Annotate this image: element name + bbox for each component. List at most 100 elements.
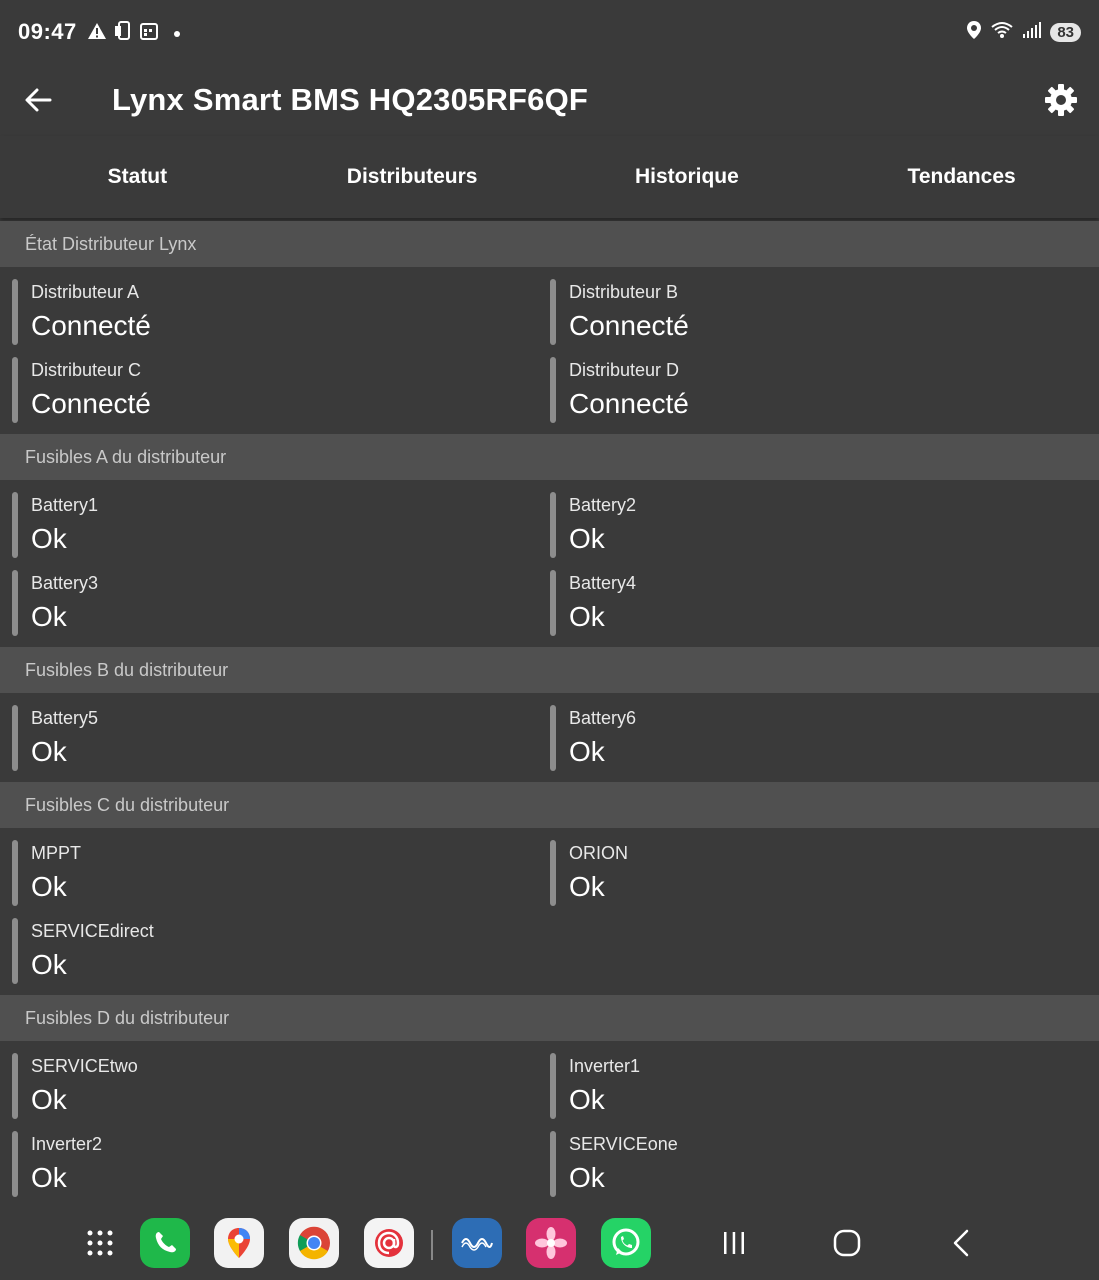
status-item: MPPT Ok	[0, 836, 538, 914]
maps-app-icon[interactable]	[214, 1218, 264, 1268]
item-label: SERVICEdirect	[31, 921, 154, 941]
home-button[interactable]	[827, 1223, 867, 1263]
status-item: Distributeur D Connecté	[538, 353, 1099, 431]
section-header: Fusibles A du distributeur	[0, 434, 1099, 480]
indicator-bar	[12, 840, 18, 906]
item-value: Ok	[31, 601, 67, 632]
alert-icon	[87, 22, 107, 43]
section-grid: MPPT Ok ORION Ok SERVICEdirect Ok	[0, 828, 1099, 995]
item-value: Ok	[569, 601, 605, 632]
item-value: Connecté	[31, 310, 151, 341]
item-label: Battery4	[569, 573, 637, 593]
status-item: SERVICEtwo Ok	[0, 1049, 538, 1127]
indicator-bar	[12, 705, 18, 771]
app-bar: Lynx Smart BMS HQ2305RF6QF	[0, 64, 1099, 136]
item-value: Ok	[569, 1084, 605, 1115]
item-label: SERVICEtwo	[31, 1056, 138, 1076]
item-value: Ok	[569, 1162, 605, 1193]
page-title: Lynx Smart BMS HQ2305RF6QF	[112, 82, 589, 117]
indicator-bar	[550, 705, 556, 771]
wifi-icon	[990, 20, 1014, 45]
item-label: SERVICEone	[569, 1134, 678, 1154]
victron-app-icon[interactable]	[452, 1218, 502, 1268]
tab-tendances[interactable]: Tendances	[824, 136, 1099, 218]
item-value: Ok	[569, 736, 605, 767]
section-grid: Battery5 Ok Battery6 Ok	[0, 693, 1099, 782]
status-item: Battery3 Ok	[0, 566, 538, 644]
app-drawer-icon[interactable]	[75, 1218, 125, 1268]
item-value: Ok	[569, 871, 605, 902]
item-label: Distributeur B	[569, 282, 679, 302]
item-label: Inverter1	[569, 1056, 641, 1076]
section-grid: Distributeur A Connecté Distributeur B Con…	[0, 267, 1099, 434]
status-item: Battery6 Ok	[538, 701, 1099, 779]
location-icon	[966, 20, 982, 45]
item-label: Battery6	[569, 708, 637, 728]
phone-app-icon[interactable]	[140, 1218, 190, 1268]
status-item: Battery1 Ok	[0, 488, 538, 566]
section-header: Fusibles C du distributeur	[0, 782, 1099, 828]
item-value: Connecté	[569, 388, 689, 419]
status-item: Inverter2 Ok	[0, 1127, 538, 1205]
settings-button[interactable]	[1031, 70, 1091, 130]
item-value: Ok	[31, 736, 67, 767]
item-value: Connecté	[569, 310, 689, 341]
status-time: 09:47	[18, 19, 77, 44]
tab-distributeurs[interactable]: Distributeurs	[275, 136, 550, 218]
item-label: Battery1	[31, 495, 99, 515]
indicator-bar	[12, 492, 18, 558]
tab-historique[interactable]: Historique	[550, 136, 825, 218]
status-item: Battery2 Ok	[538, 488, 1099, 566]
section-header: État Distributeur Lynx	[0, 221, 1099, 267]
recents-icon	[724, 1232, 744, 1254]
arrow-left-icon	[25, 88, 52, 112]
indicator-bar	[550, 357, 556, 423]
status-left-icons	[87, 20, 181, 44]
whatsapp-app-icon[interactable]	[601, 1218, 651, 1268]
item-label: Distributeur D	[569, 360, 680, 380]
recents-button[interactable]	[714, 1223, 754, 1263]
distributor-content[interactable]: État Distributeur Lynx Distributeur A Con…	[0, 221, 1099, 1208]
indicator-bar	[550, 492, 556, 558]
gear-icon	[1045, 84, 1077, 116]
item-value: Ok	[31, 871, 67, 902]
calendar-icon	[139, 21, 159, 44]
item-label: Distributeur A	[31, 282, 140, 302]
chrome-app-icon[interactable]	[289, 1218, 339, 1268]
item-label: Distributeur C	[31, 360, 142, 380]
indicator-bar	[12, 1053, 18, 1119]
back-nav-icon	[953, 1229, 969, 1257]
indicator-bar	[12, 1131, 18, 1197]
tab-statut[interactable]: Statut	[0, 136, 275, 218]
home-icon	[833, 1229, 861, 1257]
email-app-icon[interactable]	[364, 1218, 414, 1268]
status-item: Distributeur B Connecté	[538, 275, 1099, 353]
item-label: ORION	[569, 843, 629, 863]
gallery-app-icon[interactable]	[526, 1218, 576, 1268]
phone-storage-icon	[113, 20, 133, 44]
back-nav-button[interactable]	[941, 1223, 981, 1263]
item-value: Ok	[31, 1084, 67, 1115]
status-item: SERVICEdirect Ok	[0, 914, 538, 992]
indicator-bar	[550, 570, 556, 636]
signal-icon	[1022, 21, 1042, 44]
status-item: Battery5 Ok	[0, 701, 538, 779]
status-item: Distributeur A Connecté	[0, 275, 538, 353]
status-bar: 09:47 83	[0, 0, 1099, 64]
section-header: Fusibles B du distributeur	[0, 647, 1099, 693]
item-value: Connecté	[31, 388, 151, 419]
item-label: Inverter2	[31, 1134, 103, 1154]
indicator-bar	[550, 840, 556, 906]
back-button[interactable]	[2, 64, 74, 136]
status-item: Battery4 Ok	[538, 566, 1099, 644]
status-right-icons: 83	[966, 20, 1081, 45]
indicator-bar	[12, 570, 18, 636]
item-value: Ok	[569, 523, 605, 554]
section-grid: SERVICEtwo Ok Inverter1 Ok Inverter2 Ok SER…	[0, 1041, 1099, 1208]
tab-bar: Statut Distributeurs Historique Tendance…	[0, 136, 1099, 218]
item-value: Ok	[31, 949, 67, 980]
indicator-bar	[550, 1053, 556, 1119]
indicator-bar	[12, 918, 18, 984]
item-label: Battery5	[31, 708, 99, 728]
dock-divider	[431, 1230, 433, 1260]
